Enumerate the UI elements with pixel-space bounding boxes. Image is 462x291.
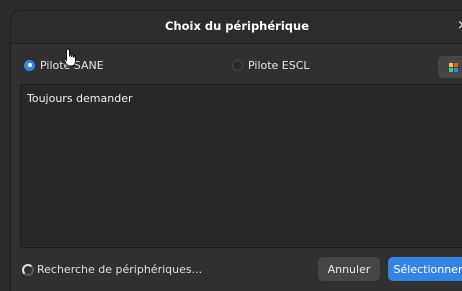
dialog-title: Choix du périphérique [164, 19, 309, 33]
search-status: Recherche de périphériques... [37, 263, 203, 276]
apps-button[interactable] [438, 56, 462, 78]
radio-selected-indicator [24, 59, 35, 71]
select-button[interactable]: Sélectionner [388, 257, 462, 281]
list-item[interactable]: Toujours demander [27, 92, 133, 105]
title-bar[interactable]: Choix du périphérique × [11, 11, 462, 44]
apps-grid-icon [448, 62, 458, 72]
radio-label-escl: Pilote ESCL [248, 58, 310, 72]
close-icon[interactable]: × [457, 19, 462, 32]
spinner-icon [22, 264, 34, 276]
device-chooser-dialog: Choix du périphérique × Pilote SANE Pilo… [10, 10, 462, 291]
radio-unselected-indicator [232, 59, 243, 71]
hand-cursor-icon [63, 48, 76, 67]
driver-selector: Pilote SANE Pilote ESCL [11, 44, 462, 84]
radio-pilote-escl[interactable]: Pilote ESCL [232, 58, 310, 72]
cancel-button[interactable]: Annuler [318, 257, 380, 281]
dialog-footer: Recherche de périphériques... Annuler Sé… [11, 247, 462, 287]
device-list[interactable]: Toujours demander [20, 84, 462, 248]
